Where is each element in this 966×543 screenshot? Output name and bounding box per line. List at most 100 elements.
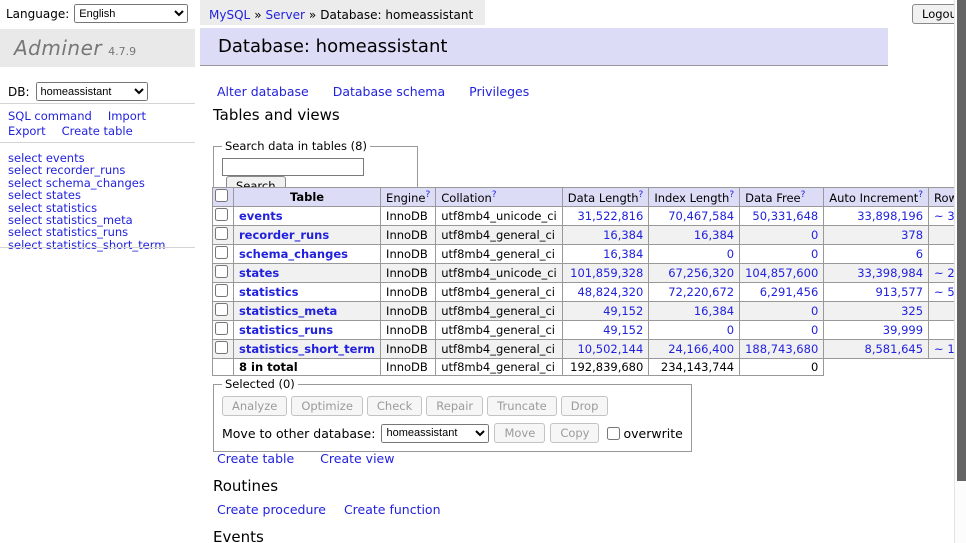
data-length-cell: 49,152 (562, 302, 649, 321)
help-icon[interactable]: ? (639, 190, 644, 200)
analyze-button[interactable]: Analyze (222, 396, 287, 416)
optimize-button[interactable]: Optimize (291, 396, 363, 416)
data-free-cell: 6,291,456 (740, 283, 824, 302)
index-length-value[interactable]: 0 (727, 323, 734, 337)
routine-link-create-function[interactable]: Create function (344, 502, 441, 517)
data-free-value[interactable]: 0 (811, 247, 818, 261)
index-length-value[interactable]: 70,467,584 (668, 209, 734, 223)
drop-button[interactable]: Drop (561, 396, 609, 416)
footer-link-create-view[interactable]: Create view (320, 451, 394, 466)
row-checkbox[interactable] (215, 227, 228, 240)
row-checkbox[interactable] (215, 284, 228, 297)
index-length-value[interactable]: 16,384 (694, 228, 734, 242)
help-icon[interactable]: ? (492, 190, 497, 200)
copy-button[interactable]: Copy (550, 423, 599, 443)
help-icon[interactable]: ? (729, 190, 734, 200)
data-free-value[interactable]: 0 (811, 323, 818, 337)
auto-increment-value[interactable]: 913,577 (875, 285, 923, 299)
data-free-value[interactable]: 188,743,680 (745, 342, 818, 356)
truncate-button[interactable]: Truncate (487, 396, 557, 416)
move-button[interactable]: Move (494, 423, 545, 443)
data-length-value[interactable]: 31,522,816 (577, 209, 643, 223)
nav-link-privileges[interactable]: Privileges (469, 84, 529, 99)
scrollbar-thumb[interactable] (957, 0, 966, 481)
row-checkbox[interactable] (215, 208, 228, 221)
selected-buttons-row: AnalyzeOptimizeCheckRepairTruncateDrop (222, 396, 683, 416)
breadcrumb-link-server[interactable]: Server (266, 8, 305, 22)
auto-increment-value[interactable]: 33,398,984 (857, 266, 923, 280)
help-icon[interactable]: ? (801, 190, 806, 200)
adminer-app: Language: English MySQL » Server » Datab… (0, 0, 966, 543)
table-link-recorder-runs[interactable]: recorder_runs (239, 228, 329, 242)
db-select[interactable]: homeassistant (36, 82, 148, 101)
check-button[interactable]: Check (367, 396, 422, 416)
data-length-value[interactable]: 49,152 (603, 323, 643, 337)
row-checkbox-cell (213, 226, 234, 245)
data-free-value[interactable]: 104,857,600 (745, 266, 818, 280)
collation-cell: utf8mb4_general_ci (436, 340, 563, 359)
index-length-value[interactable]: 72,220,672 (668, 285, 734, 299)
breadcrumb-link-mysql[interactable]: MySQL (209, 8, 250, 22)
auto-increment-value[interactable]: 8,581,645 (865, 342, 924, 356)
table-link-statistics-runs[interactable]: statistics_runs (239, 323, 333, 337)
data-length-value[interactable]: 101,859,328 (570, 266, 643, 280)
row-checkbox[interactable] (215, 322, 228, 335)
data-length-value[interactable]: 16,384 (603, 228, 643, 242)
table-link-schema-changes[interactable]: schema_changes (239, 247, 348, 261)
index-length-value[interactable]: 24,166,400 (668, 342, 734, 356)
table-link-statistics-short-term[interactable]: statistics_short_term (239, 342, 375, 356)
row-checkbox[interactable] (215, 246, 228, 259)
data-length-value[interactable]: 16,384 (603, 247, 643, 261)
table-link-statistics[interactable]: statistics (239, 285, 299, 299)
move-db-select[interactable]: homeassistant (381, 424, 489, 443)
routine-link-create-procedure[interactable]: Create procedure (217, 502, 326, 517)
data-length-value[interactable]: 48,824,320 (577, 285, 643, 299)
data-length-value[interactable]: 10,502,144 (577, 342, 643, 356)
table-row: eventsInnoDButf8mb4_unicode_ci31,522,816… (213, 207, 966, 226)
data-length-value[interactable]: 49,152 (603, 304, 643, 318)
sidebar-item-select-statistics-short-term[interactable]: select statistics_short_term (8, 239, 165, 251)
row-checkbox[interactable] (215, 265, 228, 278)
search-input[interactable] (222, 158, 364, 176)
routine-links: Create procedure Create function (217, 502, 459, 517)
repair-button[interactable]: Repair (426, 396, 483, 416)
sidebar-link-create-table[interactable]: Create table (62, 124, 133, 138)
data-free-value[interactable]: 0 (811, 304, 818, 318)
index-length-value[interactable]: 0 (727, 247, 734, 261)
auto-increment-value[interactable]: 378 (901, 228, 923, 242)
data-free-value[interactable]: 6,291,456 (760, 285, 819, 299)
sidebar-link-export[interactable]: Export (8, 124, 46, 138)
overwrite-text: overwrite (623, 426, 682, 441)
auto-increment-value[interactable]: 325 (901, 304, 923, 318)
page-title-bar: Database: homeassistant (200, 28, 888, 66)
auto-increment-value[interactable]: 6 (916, 247, 923, 261)
table-row: statesInnoDButf8mb4_unicode_ci101,859,32… (213, 264, 966, 283)
nav-link-database-schema[interactable]: Database schema (333, 84, 445, 99)
help-icon[interactable]: ? (918, 190, 923, 200)
help-icon[interactable]: ? (425, 190, 430, 200)
auto-increment-value[interactable]: 39,999 (883, 323, 923, 337)
nav-link-alter-database[interactable]: Alter database (217, 84, 309, 99)
sidebar-link-sql-command[interactable]: SQL command (8, 109, 92, 123)
index-length-value[interactable]: 16,384 (694, 304, 734, 318)
total-data-free-cell: 0 (740, 359, 824, 376)
sidebar-item-select-states[interactable]: select states (8, 189, 165, 201)
footer-link-create-table[interactable]: Create table (217, 451, 294, 466)
select-all-checkbox[interactable] (215, 189, 228, 202)
auto-increment-value[interactable]: 33,898,196 (857, 209, 923, 223)
table-link-events[interactable]: events (239, 209, 283, 223)
table-link-states[interactable]: states (239, 266, 279, 280)
sidebar-item-select-recorder-runs[interactable]: select recorder_runs (8, 164, 165, 176)
sidebar-link-import[interactable]: Import (108, 109, 146, 123)
sidebar-item-select-statistics-runs[interactable]: select statistics_runs (8, 226, 165, 238)
row-checkbox[interactable] (215, 303, 228, 316)
data-free-value[interactable]: 50,331,648 (752, 209, 818, 223)
overwrite-checkbox[interactable] (607, 427, 620, 440)
data-free-value[interactable]: 0 (811, 228, 818, 242)
data-free-cell: 0 (740, 226, 824, 245)
table-link-statistics-meta[interactable]: statistics_meta (239, 304, 337, 318)
auto-increment-cell: 913,577 (824, 283, 929, 302)
language-select[interactable]: English (74, 4, 188, 23)
index-length-value[interactable]: 67,256,320 (668, 266, 734, 280)
row-checkbox[interactable] (215, 341, 228, 354)
